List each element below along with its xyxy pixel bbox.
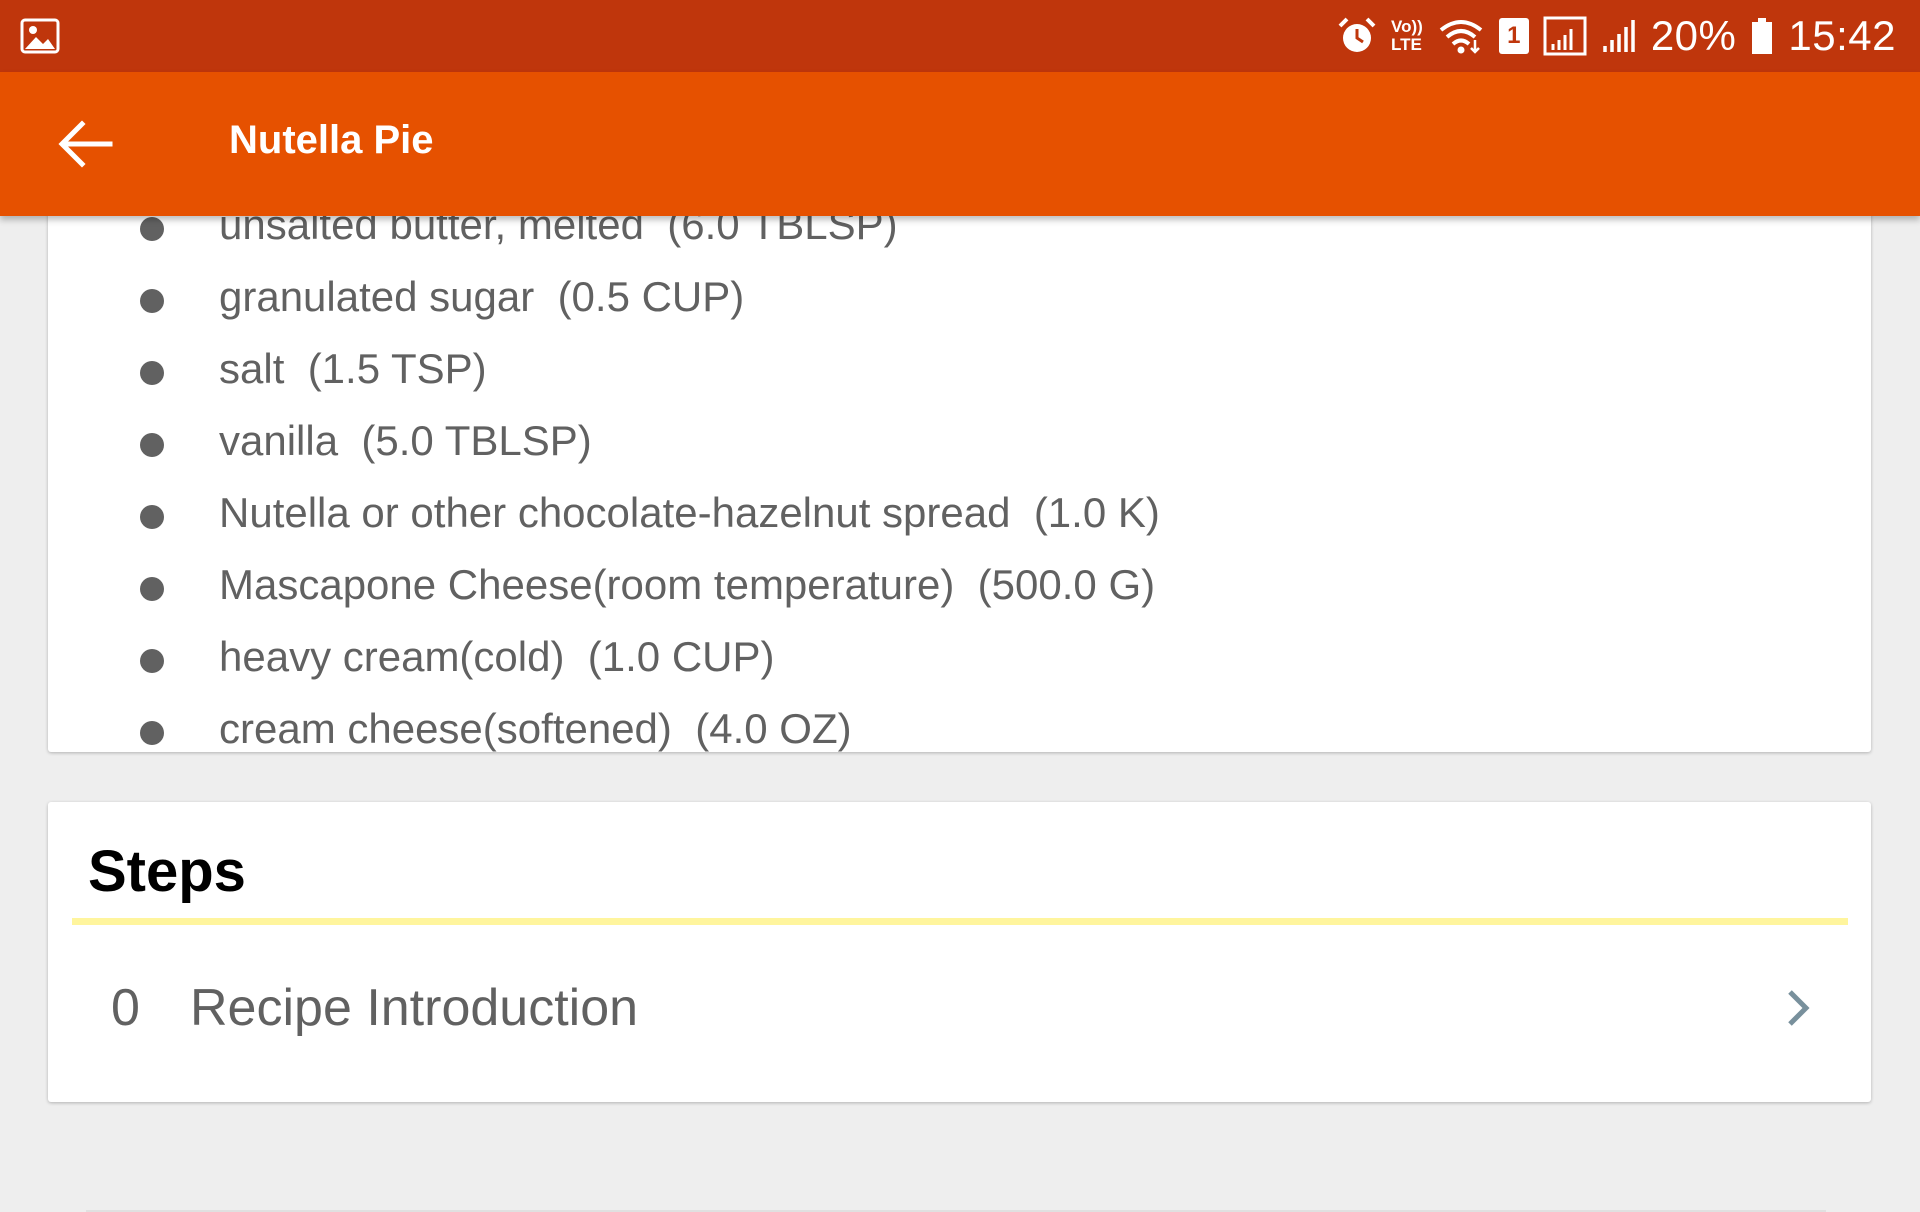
list-item: vanilla (5.0 TBLSP)	[48, 407, 1871, 479]
status-icons: Vo)) LTE 1 20% 15:42	[1337, 0, 1896, 72]
volte-top-text: Vo))	[1391, 17, 1423, 36]
ingredient-text: granulated sugar (0.5 CUP)	[219, 273, 745, 320]
bullet-icon	[140, 433, 164, 457]
sim-1-icon: 1	[1498, 18, 1529, 54]
app-bar: Nutella Pie	[0, 72, 1920, 216]
ingredient-text: vanilla (5.0 TBLSP)	[219, 417, 592, 464]
steps-card: Steps 0 Recipe Introduction	[48, 802, 1871, 1212]
bullet-icon	[140, 289, 164, 313]
step-number: 0	[111, 979, 140, 1037]
arrow-back-icon[interactable]	[58, 120, 114, 168]
step-label: Recipe Introduction	[190, 979, 639, 1037]
bullet-icon	[140, 649, 164, 673]
status-bar: Vo)) LTE 1 20% 15:42	[0, 0, 1920, 72]
list-item: Nutella or other chocolate-hazelnut spre…	[48, 479, 1871, 551]
bullet-icon	[140, 721, 164, 745]
alarm-icon	[1338, 17, 1376, 52]
wifi-icon	[1439, 20, 1483, 54]
app-title: Nutella Pie	[229, 118, 434, 162]
ingredient-text: heavy cream(cold) (1.0 CUP)	[219, 633, 775, 680]
bullet-icon	[140, 505, 164, 529]
steps-underline	[72, 918, 1848, 925]
chevron-right-icon	[1788, 990, 1810, 1026]
sim-number: 1	[1507, 22, 1521, 49]
signal-sim1-icon	[1543, 16, 1587, 56]
step-item-recipe-introduction[interactable]: 0 Recipe Introduction	[48, 942, 1871, 1212]
battery-percent: 20%	[1650, 12, 1737, 59]
bullet-icon	[140, 217, 164, 241]
ingredient-text: salt (1.5 TSP)	[219, 345, 487, 392]
volte-bottom-text: LTE	[1391, 35, 1422, 54]
list-item: heavy cream(cold) (1.0 CUP)	[48, 623, 1871, 695]
battery-icon	[1752, 18, 1773, 54]
volte-icon: Vo)) LTE	[1391, 18, 1423, 54]
signal-sim2-icon	[1603, 20, 1635, 52]
list-item: salt (1.5 TSP)	[48, 335, 1871, 407]
clock: 15:42	[1788, 12, 1896, 59]
steps-title: Steps	[88, 839, 246, 904]
list-item: cream cheese(softened) (4.0 OZ)	[48, 695, 1871, 752]
ingredient-text: cream cheese(softened) (4.0 OZ)	[219, 705, 852, 752]
bullet-icon	[140, 361, 164, 385]
list-item: Mascapone Cheese(room temperature) (500.…	[48, 551, 1871, 623]
ingredient-text: Mascapone Cheese(room temperature) (500.…	[219, 561, 1156, 608]
list-item: granulated sugar (0.5 CUP)	[48, 263, 1871, 335]
ingredient-text: Nutella or other chocolate-hazelnut spre…	[219, 489, 1160, 536]
bullet-icon	[140, 577, 164, 601]
ingredients-card: unsalted butter, melted (6.0 TBLSP) gran…	[48, 150, 1871, 752]
image-notification-icon	[20, 18, 60, 54]
